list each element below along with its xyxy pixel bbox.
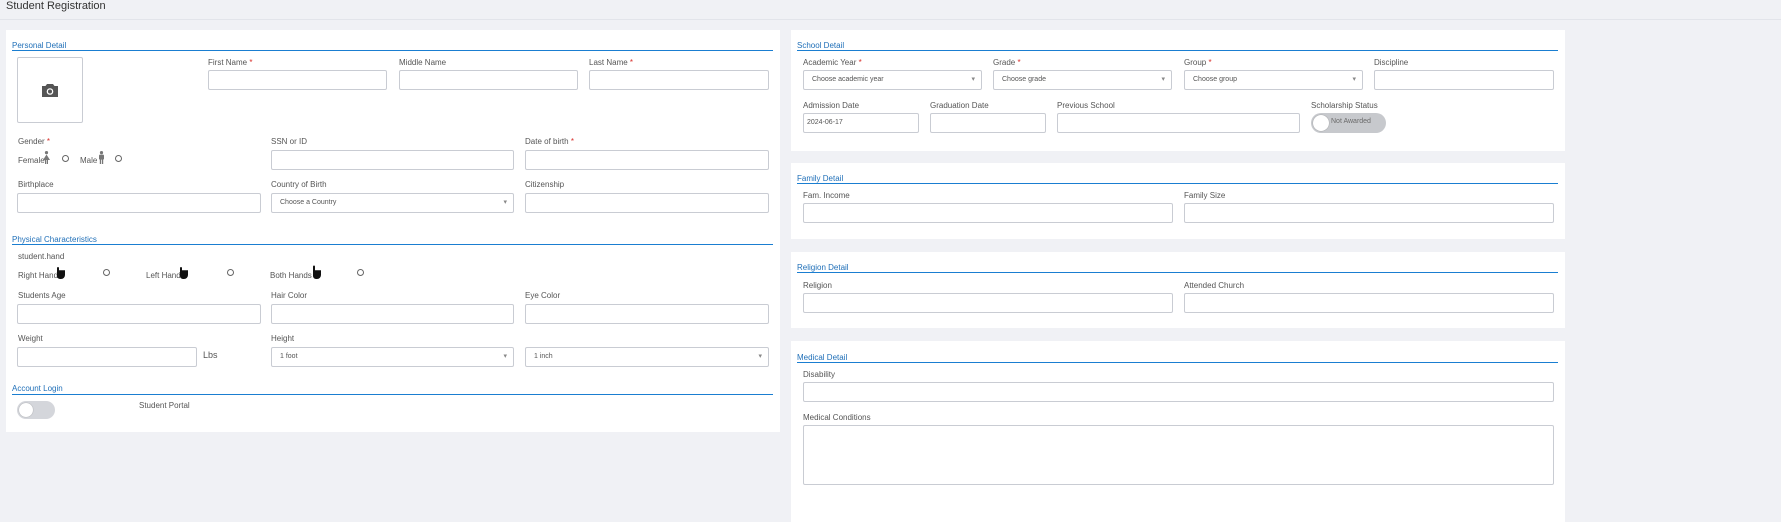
country-select[interactable]: Choose a Country — [271, 193, 514, 213]
female-icon — [43, 151, 50, 164]
gender-label: Gender * — [18, 137, 51, 146]
hand-label: student.hand — [18, 252, 65, 261]
right-hand-radio[interactable] — [103, 269, 110, 276]
academic-year-label: Academic Year * — [803, 58, 862, 67]
religion-detail-divider — [797, 272, 1558, 273]
male-icon — [99, 151, 104, 164]
left-hand-label: Left Hand — [146, 271, 181, 280]
religion-detail-title: Religion Detail — [797, 263, 849, 272]
age-label: Students Age — [18, 291, 66, 300]
hair-color-input[interactable] — [271, 304, 514, 324]
middle-name-label: Middle Name — [399, 58, 447, 67]
medical-detail-title: Medical Detail — [797, 353, 848, 362]
eye-color-input[interactable] — [525, 304, 769, 324]
religion-input[interactable] — [803, 293, 1173, 313]
student-portal-toggle[interactable] — [17, 401, 55, 419]
right-hand-label: Right Hand — [18, 271, 59, 280]
ssn-label: SSN or ID — [271, 137, 308, 146]
account-login-title: Account Login — [12, 384, 63, 393]
family-size-label: Family Size — [1184, 191, 1226, 200]
male-label: Male — [80, 156, 98, 165]
age-input[interactable] — [17, 304, 261, 324]
height-inches-select[interactable]: 1 inch — [525, 347, 769, 367]
left-hand-radio[interactable] — [227, 269, 234, 276]
account-login-divider — [12, 394, 773, 395]
grade-select[interactable]: Choose grade — [993, 70, 1172, 90]
first-name-label: First Name * — [208, 58, 253, 67]
physical-divider — [12, 244, 773, 245]
right-hand-icon — [57, 267, 65, 279]
header-divider — [0, 19, 1781, 20]
family-size-input[interactable] — [1184, 203, 1554, 223]
eye-color-label: Eye Color — [525, 291, 561, 300]
scholarship-status-label: Scholarship Status — [1311, 101, 1378, 110]
toggle-knob — [19, 403, 33, 417]
attended-church-label: Attended Church — [1184, 281, 1245, 290]
personal-detail-title: Personal Detail — [12, 41, 67, 50]
weight-input[interactable] — [17, 347, 197, 367]
religion-detail-card — [791, 252, 1565, 328]
admission-date-input[interactable]: 2024-06-17 — [803, 113, 919, 133]
page-title: Student Registration — [6, 0, 106, 12]
country-label: Country of Birth — [271, 180, 327, 189]
medical-detail-divider — [797, 362, 1558, 363]
weight-label: Weight — [18, 334, 43, 343]
medical-conditions-textarea[interactable] — [803, 425, 1554, 485]
family-detail-title: Family Detail — [797, 174, 844, 183]
camera-icon — [42, 84, 58, 97]
academic-year-select[interactable]: Choose academic year — [803, 70, 982, 90]
admission-date-label: Admission Date — [803, 101, 860, 110]
school-detail-divider — [797, 50, 1558, 51]
both-hands-label: Both Hands — [270, 271, 312, 280]
graduation-date-label: Graduation Date — [930, 101, 989, 110]
male-radio[interactable] — [115, 155, 122, 162]
grade-label: Grade * — [993, 58, 1021, 67]
group-select[interactable]: Choose group — [1184, 70, 1363, 90]
citizenship-label: Citizenship — [525, 180, 565, 189]
previous-school-label: Previous School — [1057, 101, 1115, 110]
both-hands-radio[interactable] — [357, 269, 364, 276]
left-hand-icon — [180, 267, 188, 279]
previous-school-input[interactable] — [1057, 113, 1300, 133]
family-income-input[interactable] — [803, 203, 1173, 223]
first-name-input[interactable] — [208, 70, 387, 90]
disability-input[interactable] — [803, 382, 1554, 402]
graduation-date-input[interactable] — [930, 113, 1046, 133]
school-detail-title: School Detail — [797, 41, 845, 50]
birthplace-input[interactable] — [17, 193, 261, 213]
middle-name-input[interactable] — [399, 70, 578, 90]
citizenship-input[interactable] — [525, 193, 769, 213]
birthplace-label: Birthplace — [18, 180, 54, 189]
dob-input[interactable] — [525, 150, 769, 170]
ssn-input[interactable] — [271, 150, 514, 170]
height-feet-select[interactable]: 1 foot — [271, 347, 514, 367]
photo-upload[interactable] — [17, 57, 83, 123]
religion-label: Religion — [803, 281, 832, 290]
scholarship-toggle[interactable]: Not Awarded — [1311, 113, 1386, 133]
last-name-input[interactable] — [589, 70, 769, 90]
attended-church-input[interactable] — [1184, 293, 1554, 313]
student-portal-label: Student Portal — [139, 401, 190, 410]
height-label: Height — [271, 334, 295, 343]
personal-detail-divider — [12, 50, 773, 51]
discipline-input[interactable] — [1374, 70, 1554, 90]
hair-color-label: Hair Color — [271, 291, 308, 300]
dob-label: Date of birth * — [525, 137, 574, 146]
female-radio[interactable] — [62, 155, 69, 162]
last-name-label: Last Name * — [589, 58, 634, 67]
discipline-label: Discipline — [1374, 58, 1409, 67]
toggle-knob — [1313, 115, 1329, 131]
family-detail-card — [791, 163, 1565, 239]
student-info-card — [6, 30, 780, 432]
family-income-label: Fam. Income — [803, 191, 850, 200]
physical-title: Physical Characteristics — [12, 235, 97, 244]
both-hands-icon — [313, 265, 321, 279]
scholarship-status-text: Not Awarded — [1331, 118, 1371, 125]
medical-conditions-label: Medical Conditions — [803, 413, 871, 422]
weight-unit: Lbs — [203, 350, 218, 360]
family-detail-divider — [797, 183, 1558, 184]
group-label: Group * — [1184, 58, 1212, 67]
female-label: Female — [18, 156, 45, 165]
disability-label: Disability — [803, 370, 836, 379]
